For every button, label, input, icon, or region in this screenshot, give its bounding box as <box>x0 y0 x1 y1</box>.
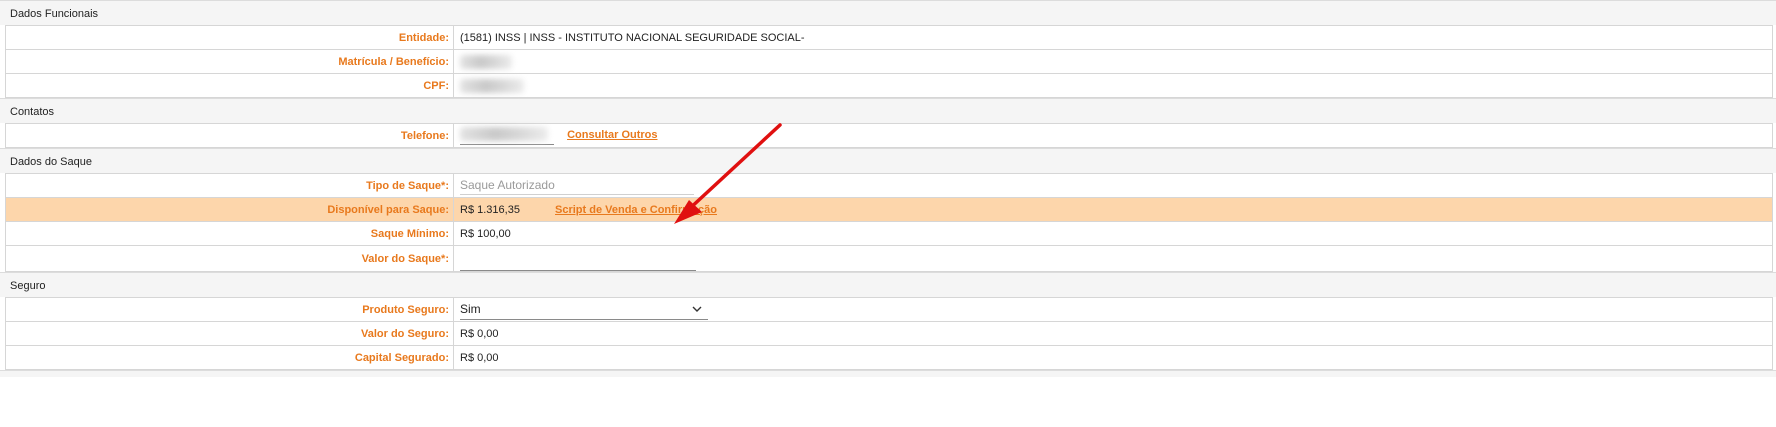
redacted-cpf <box>460 78 524 93</box>
row-valor-seguro: Valor do Seguro: R$ 0,00 <box>5 321 1773 346</box>
row-capital-segurado: Capital Segurado: R$ 0,00 <box>5 345 1773 370</box>
telefone-field[interactable] <box>460 126 554 145</box>
cpf-label: CPF: <box>5 73 454 98</box>
dados-funcionais-table: Entidade: (1581) INSS | INSS - INSTITUTO… <box>5 25 1773 98</box>
valor-saque-label: Valor do Saque*: <box>5 245 454 272</box>
saque-minimo-value: R$ 100,00 <box>453 221 1773 246</box>
entidade-value: (1581) INSS | INSS - INSTITUTO NACIONAL … <box>453 25 1773 50</box>
consultar-outros-link[interactable]: Consultar Outros <box>567 129 657 141</box>
row-cpf: CPF: <box>5 73 1773 98</box>
tipo-saque-label: Tipo de Saque*: <box>5 173 454 198</box>
produto-seguro-selected: Sim <box>460 301 481 316</box>
row-telefone: Telefone: Consultar Outros <box>5 123 1773 148</box>
seguro-table: Produto Seguro: Sim Valor do Seguro: R$ … <box>5 297 1773 370</box>
tipo-saque-placeholder: Saque Autorizado <box>460 178 555 192</box>
telefone-label: Telefone: <box>5 123 454 148</box>
section-header-dados-funcionais: Dados Funcionais <box>0 0 1776 25</box>
capital-segurado-label: Capital Segurado: <box>5 345 454 370</box>
disponivel-cell: R$ 1.316,35 Script de Venda e Confirmaçã… <box>453 197 1773 222</box>
section-header-dados-saque: Dados do Saque <box>0 148 1776 173</box>
capital-segurado-value: R$ 0,00 <box>453 345 1773 370</box>
row-saque-minimo: Saque Mínimo: R$ 100,00 <box>5 221 1773 246</box>
row-matricula: Matrícula / Benefício: <box>5 49 1773 74</box>
valor-seguro-value: R$ 0,00 <box>453 321 1773 346</box>
produto-seguro-label: Produto Seguro: <box>5 297 454 322</box>
disponivel-label: Disponível para Saque: <box>5 197 454 222</box>
row-entidade: Entidade: (1581) INSS | INSS - INSTITUTO… <box>5 25 1773 50</box>
redacted-telefone <box>460 127 548 141</box>
redacted-matricula <box>460 54 512 69</box>
matricula-value <box>453 49 1773 74</box>
tipo-saque-cell: Saque Autorizado <box>453 173 1773 198</box>
cpf-value <box>453 73 1773 98</box>
row-valor-saque: Valor do Saque*: <box>5 245 1773 272</box>
row-produto-seguro: Produto Seguro: Sim <box>5 297 1773 322</box>
contatos-table: Telefone: Consultar Outros <box>5 123 1773 148</box>
entidade-label: Entidade: <box>5 25 454 50</box>
produto-seguro-cell: Sim <box>453 297 1773 322</box>
script-venda-link[interactable]: Script de Venda e Confirmação <box>555 204 717 216</box>
section-header-seguro: Seguro <box>0 272 1776 297</box>
row-tipo-saque: Tipo de Saque*: Saque Autorizado <box>5 173 1773 198</box>
section-header-contatos: Contatos <box>0 98 1776 123</box>
dados-saque-table: Tipo de Saque*: Saque Autorizado Disponí… <box>5 173 1773 272</box>
valor-saque-input[interactable] <box>460 252 696 271</box>
row-disponivel: Disponível para Saque: R$ 1.316,35 Scrip… <box>5 197 1773 222</box>
saque-minimo-label: Saque Mínimo: <box>5 221 454 246</box>
produto-seguro-select[interactable]: Sim <box>460 300 708 320</box>
tipo-saque-input[interactable]: Saque Autorizado <box>460 176 694 195</box>
matricula-label: Matrícula / Benefício: <box>5 49 454 74</box>
disponivel-value: R$ 1.316,35 <box>460 203 520 216</box>
telefone-value: Consultar Outros <box>453 123 1773 148</box>
valor-seguro-label: Valor do Seguro: <box>5 321 454 346</box>
form-page: Dados Funcionais Entidade: (1581) INSS |… <box>0 0 1776 377</box>
footer-strip <box>0 370 1776 377</box>
valor-saque-cell <box>453 245 1773 272</box>
chevron-down-icon <box>692 302 702 321</box>
